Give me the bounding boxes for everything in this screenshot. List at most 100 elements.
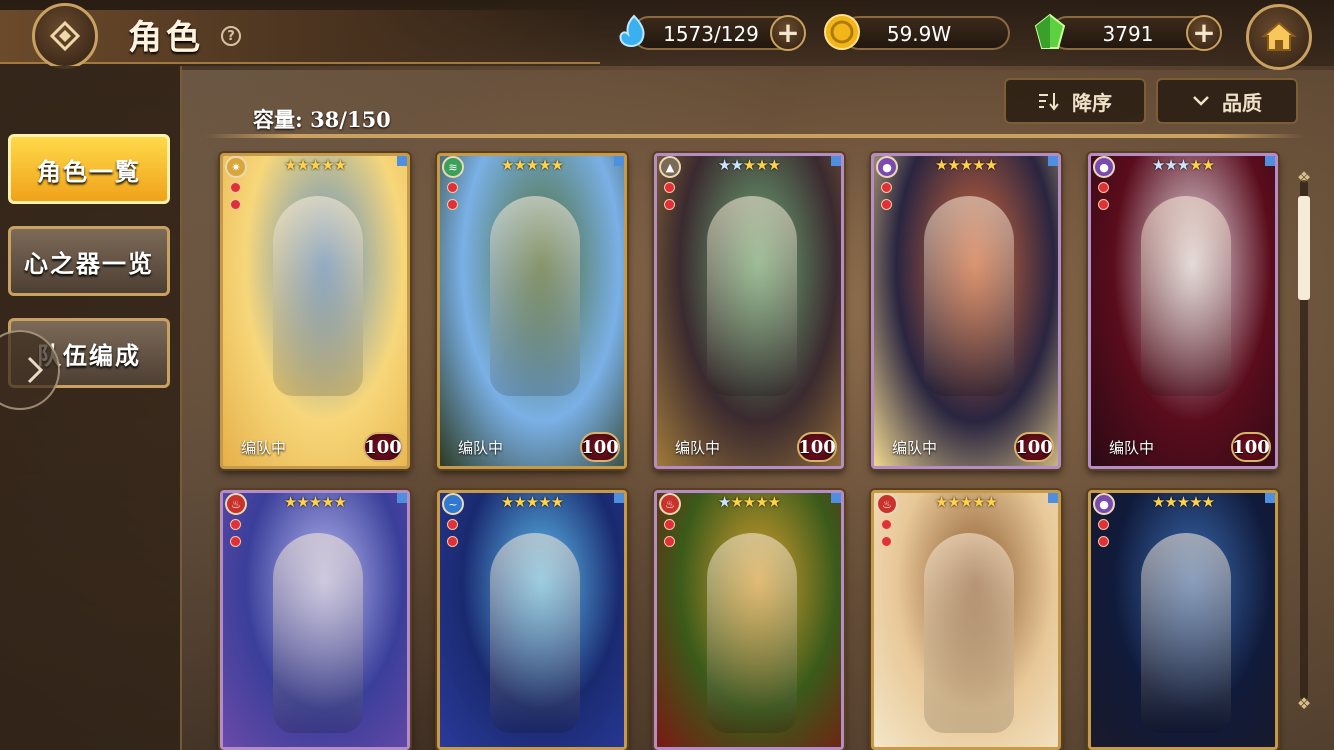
- sort-descending-icon: [1039, 93, 1059, 111]
- character-card[interactable]: ★★★★★ ~: [437, 490, 627, 750]
- star-icon: ★: [984, 493, 998, 511]
- star-icon: ★: [947, 493, 960, 511]
- gem-icon: [1098, 536, 1109, 547]
- gem-icon: [881, 199, 892, 210]
- gem-icon: [447, 199, 458, 210]
- level-badge: 100: [580, 432, 620, 462]
- star-icon: ★: [333, 493, 347, 511]
- stamina-droplet-icon: [619, 14, 645, 47]
- star-icon: ★: [947, 156, 960, 174]
- rarity-stars: ★★★★★: [657, 156, 841, 174]
- sort-order-label: 降序: [1072, 90, 1112, 115]
- star-icon: ★: [730, 156, 743, 174]
- home-button[interactable]: [1246, 4, 1312, 70]
- star-icon: ★: [717, 493, 731, 511]
- dark-element-icon: ●: [1093, 156, 1115, 178]
- scrollbar-thumb[interactable]: [1298, 196, 1310, 300]
- page-title: 角色: [128, 18, 204, 58]
- quality-filter-button[interactable]: 品质: [1156, 78, 1298, 124]
- level-badge: 100: [363, 432, 403, 462]
- sidebar-item-character-list[interactable]: 角色一覧: [8, 134, 170, 204]
- character-card[interactable]: ★★★★★ ● 编队中 100: [1088, 153, 1278, 469]
- star-icon: ★: [283, 156, 297, 174]
- rarity-stars: ★★★★★: [223, 156, 407, 174]
- star-icon: ★: [1164, 493, 1177, 511]
- star-icon: ★: [1176, 156, 1190, 174]
- star-icon: ★: [283, 493, 297, 511]
- fire-element-icon: ♨: [225, 493, 247, 515]
- star-icon: ★: [1151, 156, 1165, 174]
- star-icon: ★: [538, 493, 551, 511]
- star-icon: ★: [500, 493, 514, 511]
- star-icon: ★: [959, 156, 973, 174]
- star-icon: ★: [742, 156, 756, 174]
- sidebar-item-heart-vessel-list[interactable]: 心之器一览: [8, 226, 170, 296]
- crystal-plus-button[interactable]: +: [1186, 15, 1222, 51]
- gem-icon: [230, 519, 241, 530]
- star-icon: ★: [1189, 493, 1202, 511]
- frame-corner: [831, 493, 841, 503]
- character-silhouette: [273, 196, 363, 396]
- character-card[interactable]: ★★★★★ ♨: [871, 490, 1061, 750]
- skill-gems: [447, 182, 458, 216]
- gem-icon: [230, 536, 241, 547]
- frame-corner: [1265, 493, 1275, 503]
- gem-icon: [664, 199, 675, 210]
- star-icon: ★: [500, 156, 514, 174]
- frame-corner: [1048, 493, 1058, 503]
- gem-icon: [447, 182, 458, 193]
- star-icon: ★: [755, 156, 768, 174]
- stamina-plus-button[interactable]: +: [770, 15, 806, 51]
- star-icon: ★: [755, 493, 768, 511]
- character-card[interactable]: ★★★★★ ≋ 编队中 100: [437, 153, 627, 469]
- fire-element-icon: ♨: [659, 493, 681, 515]
- star-icon: ★: [767, 493, 781, 511]
- gem-icon: [1098, 519, 1109, 530]
- gem-icon: [664, 519, 675, 530]
- chevron-right-icon: [27, 356, 44, 384]
- quality-filter-label: 品质: [1222, 90, 1262, 115]
- help-icon[interactable]: ?: [221, 26, 241, 46]
- skill-gems: [230, 519, 241, 553]
- star-icon: ★: [513, 493, 526, 511]
- skill-gems: [881, 519, 892, 553]
- back-button[interactable]: [32, 3, 98, 69]
- star-icon: ★: [513, 156, 526, 174]
- skill-gems: [1098, 182, 1109, 216]
- chevron-down-icon: [1193, 96, 1209, 106]
- home-icon: [1261, 21, 1297, 51]
- star-icon: ★: [308, 493, 322, 511]
- character-card[interactable]: ★★★★★ ♨: [220, 490, 410, 750]
- rarity-stars: ★★★★★: [440, 156, 624, 174]
- dark-element-icon: ●: [1093, 493, 1115, 515]
- character-card[interactable]: ★★★★★ ✷ 编队中 100: [220, 153, 410, 469]
- sort-order-button[interactable]: 降序: [1004, 78, 1146, 124]
- gem-icon: [1098, 182, 1109, 193]
- fire-element-icon: ♨: [876, 493, 898, 515]
- character-card[interactable]: ★★★★★ ▲ 编队中 100: [654, 153, 844, 469]
- character-silhouette: [1141, 196, 1231, 396]
- star-icon: ★: [742, 493, 756, 511]
- gem-icon: [447, 519, 458, 530]
- star-icon: ★: [767, 156, 781, 174]
- rarity-stars: ★★★★★: [657, 493, 841, 511]
- character-silhouette: [707, 196, 797, 396]
- character-card[interactable]: ★★★★★ ●: [1088, 490, 1278, 750]
- rarity-stars: ★★★★★: [223, 493, 407, 511]
- character-silhouette: [707, 533, 797, 733]
- rarity-stars: ★★★★★: [874, 156, 1058, 174]
- rarity-stars: ★★★★★: [440, 493, 624, 511]
- character-card[interactable]: ★★★★★ ● 编队中 100: [871, 153, 1061, 469]
- character-silhouette: [490, 533, 580, 733]
- divider: [204, 134, 1304, 138]
- capacity-label: 容量: 38/150: [253, 107, 391, 132]
- crystal-value: 3791: [1102, 22, 1154, 46]
- character-silhouette: [924, 196, 1014, 396]
- dark-element-icon: ●: [876, 156, 898, 178]
- wind-element-icon: ≋: [442, 156, 464, 178]
- star-icon: ★: [321, 156, 334, 174]
- level-badge: 100: [1231, 432, 1271, 462]
- character-card[interactable]: ★★★★★ ♨: [654, 490, 844, 750]
- character-silhouette: [924, 533, 1014, 733]
- rarity-stars: ★★★★★: [874, 493, 1058, 511]
